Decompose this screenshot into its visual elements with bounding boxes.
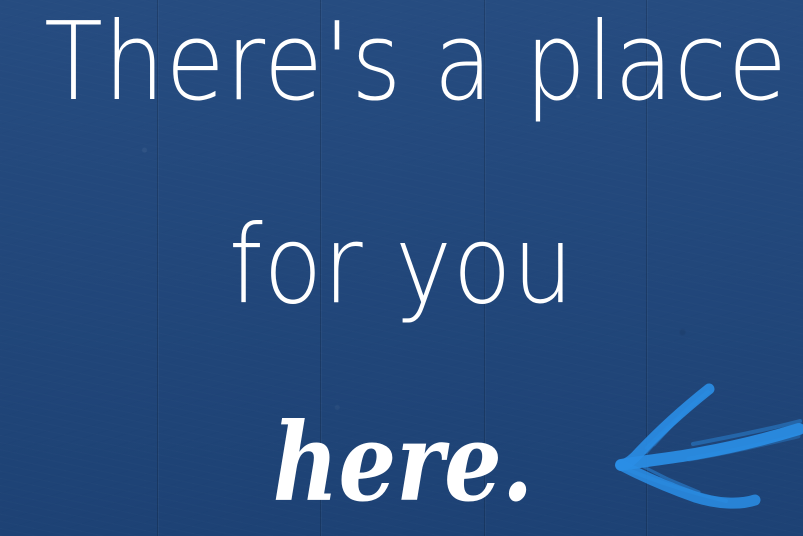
headline-line-2: for you xyxy=(228,203,575,328)
headline-line-1: There's a place xyxy=(44,0,788,125)
headline-emphasis: here. xyxy=(272,400,534,526)
hand-drawn-arrow-icon xyxy=(615,383,803,509)
promo-graphic: There's a place for you here. xyxy=(0,0,803,536)
